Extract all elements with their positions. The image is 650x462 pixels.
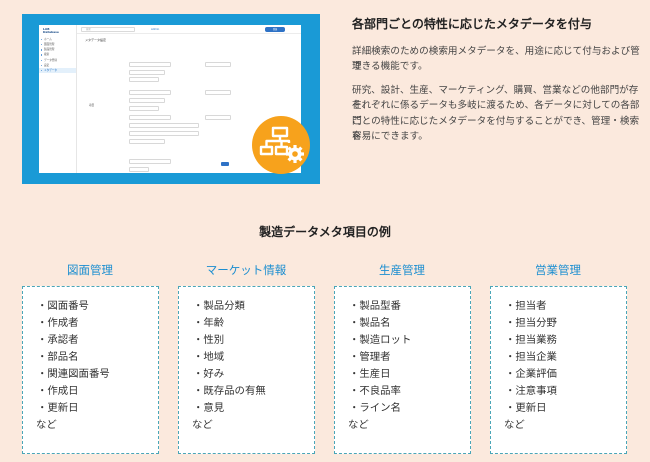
category-title: 生産管理: [379, 263, 425, 277]
category-item: ・担当分野: [505, 317, 557, 329]
category-item: ・不良品率: [349, 385, 401, 397]
category-item: ・関連図面番号: [37, 368, 110, 380]
category-item: ・製品名: [349, 317, 391, 329]
app-field[interactable]: [205, 115, 231, 120]
category-item: ・承認者: [37, 334, 79, 346]
category-box: ・製品型番・製品名・製造ロット ・管理者・生産日・不良品率・ライン名など: [334, 286, 471, 454]
category-item: ・既存品の有無: [193, 385, 266, 397]
category-item: ・製造ロット: [349, 334, 412, 346]
app-sidebar: LAB Database ホーム 図面管理 製品管理 検索 データ登録 設定 メタデータ: [39, 25, 77, 173]
category-box: ・図面番号・作成者・承認者・部品名・関連図面番号 ・作成日・更新日など: [22, 286, 159, 454]
category-etc: など: [192, 419, 213, 431]
app-field[interactable]: [129, 139, 165, 144]
category-item: ・注意事項: [505, 385, 557, 397]
app-nav: ホーム 図面管理 製品管理 検索 データ登録 設定 メタデータ: [39, 37, 76, 74]
category-item: ・製品分類: [193, 300, 245, 312]
category-item: ・年齢: [193, 317, 225, 329]
app-field[interactable]: [129, 90, 171, 95]
app-topbar: 検索 Admin 登録: [77, 25, 301, 34]
category-item: ・作成者: [37, 317, 79, 329]
description-line: 容易にできます。: [352, 131, 428, 143]
app-field[interactable]: [129, 77, 159, 82]
category-item: ・図面番号: [37, 300, 89, 312]
feature-heading: 各部門ごとの特性に応じたメタデータを付与: [352, 17, 592, 31]
app-field[interactable]: [129, 167, 149, 172]
category-title: 営業管理: [535, 263, 581, 277]
category-item: ・ライン名: [349, 402, 401, 414]
category-item: ・企業評価: [505, 368, 557, 380]
category-item: ・管理者: [349, 351, 391, 363]
category-item: ・担当企業: [505, 351, 557, 363]
app-action-button[interactable]: 登録: [265, 27, 285, 32]
category-item: ・更新日: [505, 402, 547, 414]
category-etc: など: [348, 419, 369, 431]
category-etc: など: [504, 419, 525, 431]
category-item: ・担当者: [505, 300, 547, 312]
category-item: ・部品名: [37, 351, 79, 363]
app-field[interactable]: [129, 98, 165, 103]
category-item: ・好み: [193, 368, 225, 380]
category-item: ・性別: [193, 334, 225, 346]
flowchart-gear-icon: [252, 116, 310, 174]
description-line: できる機能です。: [352, 61, 428, 73]
app-brand: Admin: [151, 28, 160, 31]
category-item: ・製品型番: [349, 300, 401, 312]
category-etc: など: [36, 419, 57, 431]
app-logo: LAB Database: [43, 27, 59, 35]
category-box: ・担当者・担当分野・担当業務・担当企業・企業評価・注意事項・更新日など: [490, 286, 627, 454]
category-item: ・作成日: [37, 385, 79, 397]
app-field[interactable]: [205, 62, 231, 67]
app-field[interactable]: [129, 70, 165, 75]
category-item: ・地域: [193, 351, 225, 363]
app-nav-item[interactable]: メタデータ: [39, 67, 76, 74]
category-title: 図面管理: [67, 263, 113, 277]
category-item: ・担当業務: [505, 334, 557, 346]
app-field[interactable]: [129, 106, 159, 111]
app-group-label: 項目: [89, 104, 95, 107]
app-search-input[interactable]: 検索: [81, 27, 135, 32]
app-field[interactable]: [129, 123, 199, 128]
app-field[interactable]: [129, 159, 171, 164]
app-mini-button[interactable]: [221, 162, 229, 166]
app-field[interactable]: [129, 115, 171, 120]
app-field[interactable]: [129, 131, 199, 136]
app-page-title: メタデータ設定: [85, 38, 107, 42]
section-title: 製造データメタ項目の例: [259, 225, 391, 239]
category-item: ・意見: [193, 402, 225, 414]
app-field[interactable]: [129, 62, 171, 67]
category-box: ・製品分類・年齢・性別・地域・好み・既存品の有無 ・意見など: [178, 286, 315, 454]
app-field[interactable]: [205, 90, 231, 95]
category-item: ・生産日: [349, 368, 391, 380]
category-title: マーケット情報: [205, 263, 287, 277]
category-item: ・更新日: [37, 402, 79, 414]
